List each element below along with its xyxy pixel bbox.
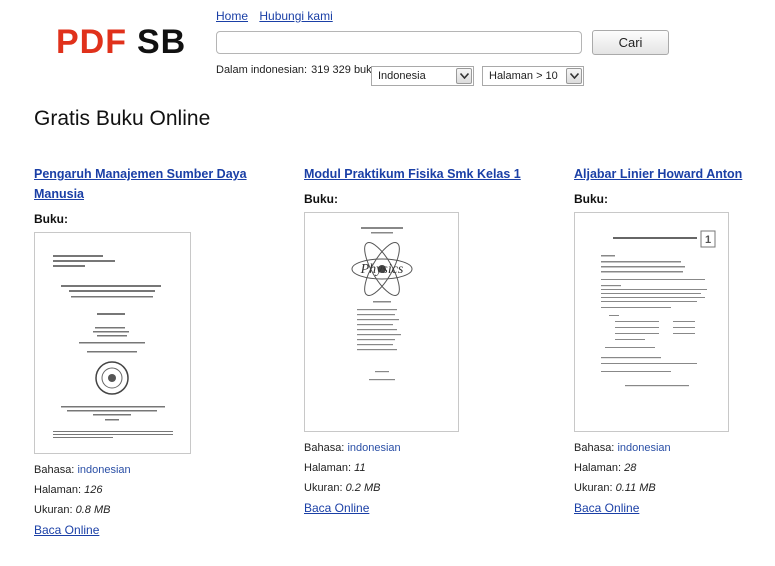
read-online-link[interactable]: Baca Online <box>304 498 369 518</box>
pages-select-value: Halaman > 10 <box>489 70 558 82</box>
book-title-link[interactable]: Aljabar Linier Howard Anton <box>574 164 775 184</box>
book-type-label: Buku: <box>34 212 68 226</box>
size-label: Ukuran: <box>304 482 343 494</box>
book-language: Bahasa: indonesian <box>574 438 775 458</box>
book-size: Ukuran: 0.2 MB <box>304 478 524 498</box>
nav-contact-link[interactable]: Hubungi kami <box>259 9 332 23</box>
top-nav: Home Hubungi kami <box>216 9 341 23</box>
book-card: Pengaruh Manajemen Sumber Daya Manusia B… <box>34 164 254 540</box>
pages-label: Halaman: <box>304 462 352 474</box>
pages-value: 11 <box>354 462 366 474</box>
book-pages: Halaman: 28 <box>574 458 775 478</box>
read-online-link[interactable]: Baca Online <box>34 520 99 540</box>
book-thumbnail[interactable] <box>34 232 191 454</box>
size-value: 0.11 MB <box>615 482 656 494</box>
page-title: Gratis Buku Online <box>34 107 211 130</box>
language-value: indonesian <box>347 442 401 454</box>
book-thumbnail[interactable]: Physics <box>304 212 459 432</box>
language-select[interactable]: Indonesia <box>371 66 474 86</box>
book-type-label: Buku: <box>304 192 338 206</box>
book-meta: Bahasa: indonesian Halaman: 11 Ukuran: 0… <box>304 438 524 518</box>
thumbnail-physics-text: Physics <box>360 262 404 277</box>
chevron-down-icon[interactable] <box>566 68 582 84</box>
pages-value: 126 <box>84 484 103 496</box>
logo-sb: SB <box>137 23 187 61</box>
size-value: 0.8 MB <box>75 504 111 516</box>
book-card: Aljabar Linier Howard Anton Buku: 1 Baha… <box>574 164 775 518</box>
site-logo[interactable]: PDF SB <box>56 22 186 62</box>
thumbnail-cover-image: 1 <box>601 230 716 387</box>
book-language: Bahasa: indonesian <box>304 438 524 458</box>
thumbnail-chapter-number: 1 <box>705 234 711 246</box>
book-title-link[interactable]: Modul Praktikum Fisika Smk Kelas 1 <box>304 164 524 184</box>
logo-pdf: PDF <box>56 23 127 61</box>
search-button[interactable]: Cari <box>592 30 669 55</box>
book-count-label: Dalam indonesian: <box>216 64 308 76</box>
book-pages: Halaman: 11 <box>304 458 524 478</box>
book-count-value: 319 329 buku <box>311 64 376 76</box>
book-title-link[interactable]: Pengaruh Manajemen Sumber Daya Manusia <box>34 164 254 204</box>
book-size: Ukuran: 0.8 MB <box>34 500 254 520</box>
book-language: Bahasa: indonesian <box>34 460 254 480</box>
language-label: Bahasa: <box>304 442 345 454</box>
language-select-value: Indonesia <box>378 70 426 82</box>
book-thumbnail[interactable]: 1 <box>574 212 729 432</box>
search-input[interactable] <box>216 31 582 54</box>
book-pages: Halaman: 126 <box>34 480 254 500</box>
thumbnail-cover-image <box>53 255 173 438</box>
language-label: Bahasa: <box>34 464 75 476</box>
pages-select[interactable]: Halaman > 10 <box>482 66 584 86</box>
pages-label: Halaman: <box>34 484 82 496</box>
size-label: Ukuran: <box>574 482 613 494</box>
book-meta: Bahasa: indonesian Halaman: 28 Ukuran: 0… <box>574 438 775 518</box>
pages-label: Halaman: <box>574 462 622 474</box>
book-card: Modul Praktikum Fisika Smk Kelas 1 Buku:… <box>304 164 524 518</box>
book-count: Dalam indonesian: 319 329 buku <box>216 64 376 76</box>
size-label: Ukuran: <box>34 504 73 516</box>
read-online-link[interactable]: Baca Online <box>574 498 639 518</box>
thumbnail-cover-image: Physics <box>351 227 413 381</box>
language-label: Bahasa: <box>574 442 615 454</box>
chevron-down-icon[interactable] <box>456 68 472 84</box>
book-meta: Bahasa: indonesian Halaman: 126 Ukuran: … <box>34 460 254 540</box>
language-value: indonesian <box>77 464 131 476</box>
pages-value: 28 <box>624 462 637 474</box>
page: PDF SB Home Hubungi kami Cari Dalam indon… <box>0 0 775 566</box>
book-size: Ukuran: 0.11 MB <box>574 478 775 498</box>
size-value: 0.2 MB <box>345 482 381 494</box>
language-value: indonesian <box>617 442 671 454</box>
book-type-label: Buku: <box>574 192 608 206</box>
nav-home-link[interactable]: Home <box>216 9 248 23</box>
